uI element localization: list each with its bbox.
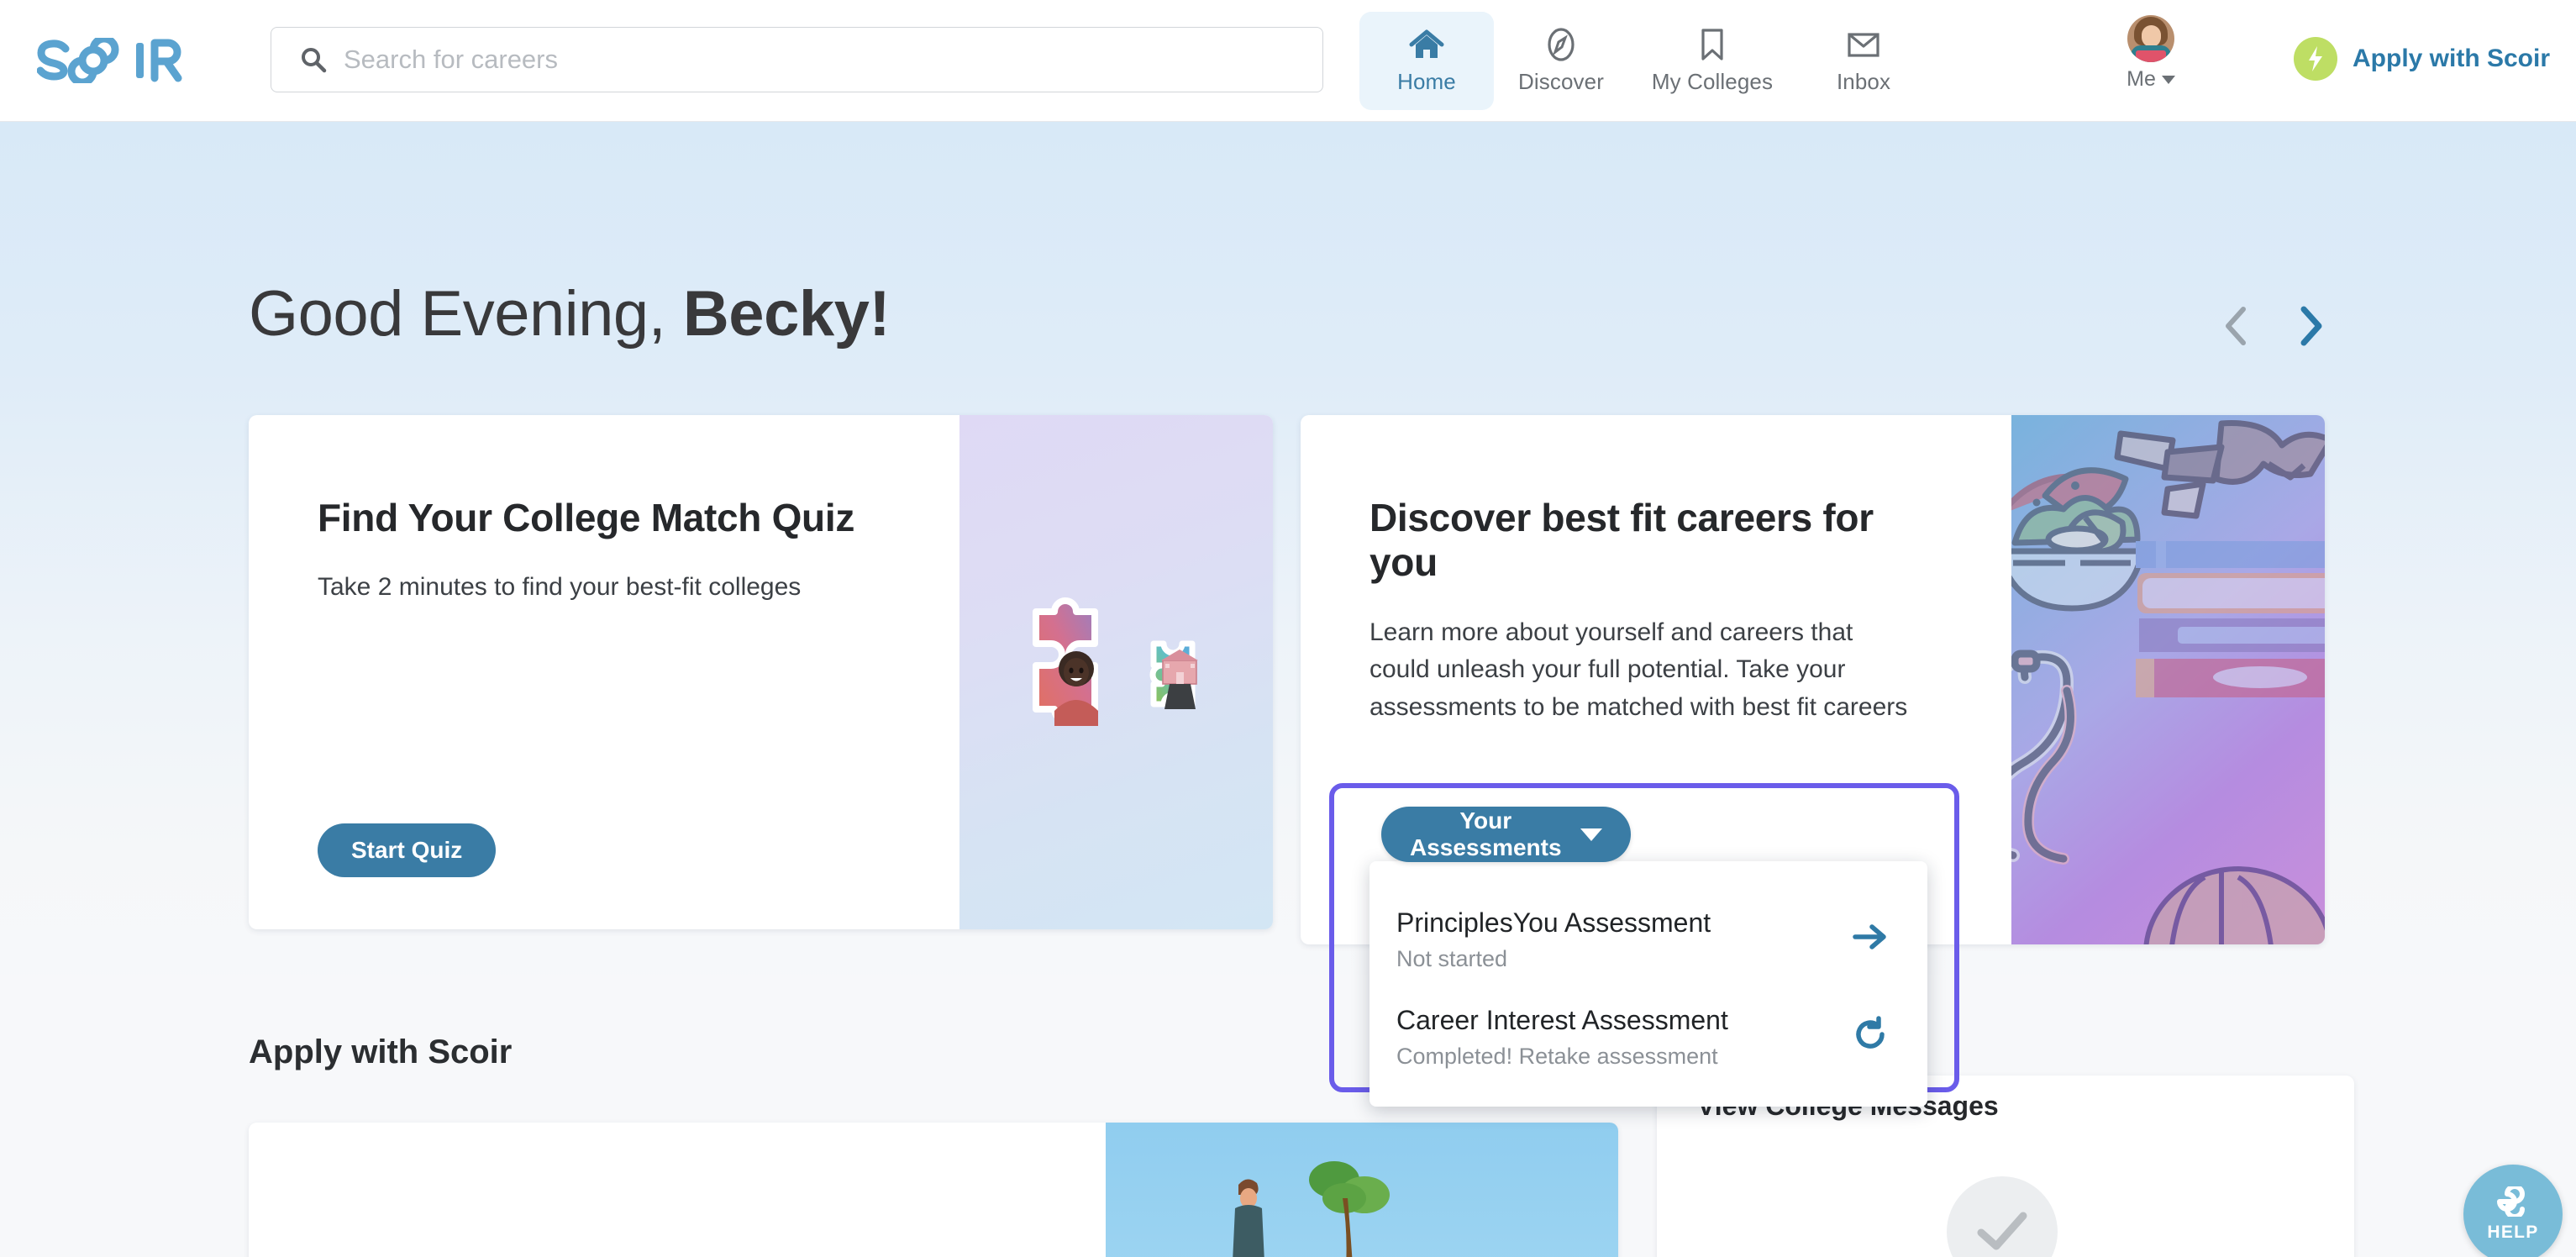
quiz-card-subtitle: Take 2 minutes to find your best-fit col… [318,573,802,602]
help-widget-label: HELP [2487,1222,2539,1242]
chevron-down-icon [1580,828,1602,841]
apply-with-scoir-section-title: Apply with Scoir [249,1033,513,1070]
page-root: Good Evening, Becky! Find Your College M… [0,0,2576,1257]
carousel-prev-icon[interactable] [2220,302,2253,354]
apply-card-content [249,1123,1106,1257]
search-input[interactable] [344,45,1268,75]
assessment-text: Career Interest Assessment Completed! Re… [1396,1002,1835,1070]
scoir-infinity-icon [2487,1183,2539,1221]
careers-card-title: Discover best fit careers for you [1369,496,1874,585]
search-icon [300,46,327,73]
assessment-name: Career Interest Assessment [1396,1005,1728,1036]
assessment-text: PrinciplesYou Assessment Not started [1396,905,1835,972]
help-widget-button[interactable]: HELP [2463,1165,2563,1257]
primary-nav: Home Discover My Colleges Inbox [1359,0,1931,122]
nav-item-my-colleges[interactable]: My Colleges [1628,12,1796,110]
home-icon [1409,27,1444,62]
assessments-menu: PrinciplesYou Assessment Not started Car… [1369,861,1927,1107]
assessment-status: Completed! Retake assessment [1396,1044,1718,1070]
lightning-bolt-icon [2294,37,2337,81]
apply-with-scoir-card[interactable] [249,1123,1618,1257]
your-assessments-label: Your Assessments [1410,807,1562,860]
scoir-logo[interactable] [37,0,197,121]
nav-item-discover-label: Discover [1518,69,1604,94]
chevron-down-icon [2161,75,2175,84]
nav-item-me[interactable]: Me [2100,15,2201,92]
nav-item-discover[interactable]: Discover [1494,12,1628,110]
me-menu[interactable]: Me [2127,67,2175,92]
arrow-right-icon[interactable] [1852,920,1890,958]
search-bar[interactable] [271,27,1323,92]
careers-card-subtitle: Learn more about yourself and careers th… [1369,618,1908,721]
nav-item-inbox-label: Inbox [1836,69,1891,94]
greeting-name: Becky! [682,278,891,350]
start-quiz-button[interactable]: Start Quiz [318,823,497,877]
bookmark-icon [1698,27,1727,62]
nav-item-inbox[interactable]: Inbox [1796,12,1931,110]
person-and-tree-icon [1106,1123,1618,1257]
apply-with-scoir-label: Apply with Scoir [2353,45,2551,72]
compass-icon [1544,27,1578,62]
greeting-prefix: Good Evening, [249,278,683,350]
quiz-card-title: Find Your College Match Quiz [318,496,855,539]
avatar [2127,15,2174,62]
quiz-card-body: Find Your College Match Quiz Take 2 minu… [249,415,959,929]
top-navigation-bar: Home Discover My Colleges [0,0,2576,122]
nav-item-home-label: Home [1397,69,1456,94]
your-assessments-button[interactable]: Your Assessments [1381,807,1631,862]
careers-collage-icon [2011,415,2325,944]
check-icon [1947,1176,2058,1257]
puzzle-pieces-icon [959,415,1273,929]
nav-item-home[interactable]: Home [1359,12,1494,110]
assessment-item-principlesyou[interactable]: PrinciplesYou Assessment Not started [1369,890,1927,987]
apply-with-scoir-button[interactable]: Apply with Scoir [2294,37,2550,81]
envelope-icon [1846,27,1881,62]
me-label: Me [2127,67,2156,91]
carousel-next-icon[interactable] [2294,302,2327,354]
assessment-status: Not started [1396,946,1508,972]
refresh-icon[interactable] [1852,1015,1890,1058]
assessment-item-career-interest[interactable]: Career Interest Assessment Completed! Re… [1369,987,1927,1085]
assessment-name: PrinciplesYou Assessment [1396,907,1711,938]
college-match-quiz-card[interactable]: Find Your College Match Quiz Take 2 minu… [249,415,1273,929]
nav-item-my-colleges-label: My Colleges [1651,69,1774,94]
page-title: Good Evening, Becky! [249,277,891,350]
carousel-nav [2220,302,2327,354]
